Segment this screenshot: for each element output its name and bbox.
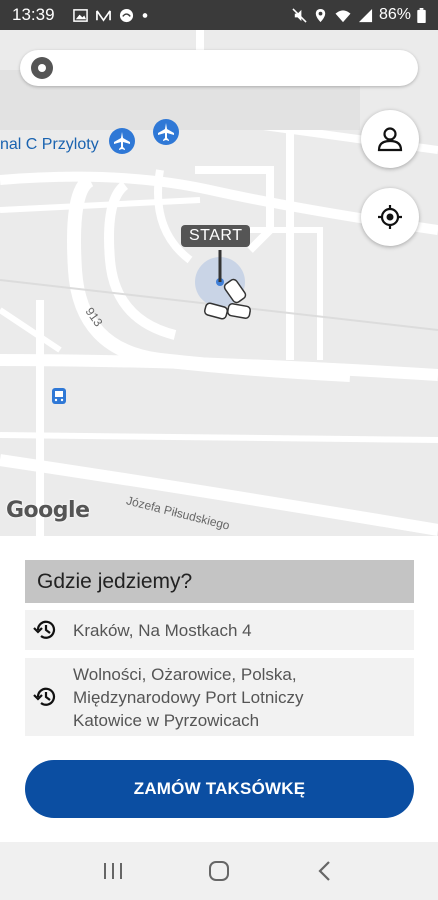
- back-button[interactable]: [305, 851, 345, 891]
- recent-apps-button[interactable]: [93, 851, 133, 891]
- history-item[interactable]: Kraków, Na Mostkach 4: [25, 610, 414, 650]
- airport-icon: [109, 128, 135, 154]
- my-location-icon: [378, 205, 402, 229]
- battery-percent: 86%: [378, 6, 411, 23]
- status-bar: 13:39 86%: [0, 0, 438, 30]
- navigation-bar: [0, 842, 438, 900]
- location-icon: [315, 8, 326, 22]
- home-icon: [209, 861, 229, 881]
- bus-stop-icon: [52, 388, 66, 404]
- battery-icon: [417, 7, 426, 23]
- home-button[interactable]: [199, 851, 239, 891]
- map-roads: [0, 30, 438, 536]
- back-icon: [318, 861, 330, 881]
- airport-icon: [153, 119, 179, 145]
- origin-dot-icon: [31, 57, 53, 79]
- profile-icon: [377, 127, 403, 152]
- mail-icon: [95, 9, 111, 22]
- history-icon: [33, 620, 56, 639]
- dot-icon: [142, 12, 147, 18]
- map-view[interactable]: nal C Przyloty 913 Józefa Piłsudskiego S…: [0, 30, 438, 536]
- my-location-button[interactable]: [361, 188, 419, 246]
- history-item-text: Kraków, Na Mostkach 4: [73, 620, 252, 640]
- history-icon: [33, 687, 56, 706]
- terminal-label: nal C Przyloty: [0, 136, 99, 153]
- wifi-icon: [335, 9, 351, 22]
- mute-icon: [292, 7, 307, 23]
- weather-icon: [119, 8, 133, 22]
- start-marker-label: START: [181, 225, 251, 247]
- recent-apps-icon: [104, 863, 122, 879]
- google-logo: Google: [6, 498, 90, 523]
- history-item-text: Wolności, Ożarowice, Polska, Międzynarod…: [73, 664, 304, 730]
- signal-icon: [358, 8, 373, 22]
- order-taxi-button[interactable]: ZAMÓW TAKSÓWKĘ: [25, 760, 414, 818]
- search-bar[interactable]: [20, 50, 418, 86]
- image-icon: [72, 8, 88, 22]
- panel-title: Gdzie jedziemy?: [25, 560, 414, 603]
- status-time: 13:39: [12, 5, 55, 24]
- history-item[interactable]: Wolności, Ożarowice, Polska, Międzynarod…: [25, 658, 414, 736]
- profile-button[interactable]: [361, 110, 419, 168]
- search-input[interactable]: [63, 59, 403, 77]
